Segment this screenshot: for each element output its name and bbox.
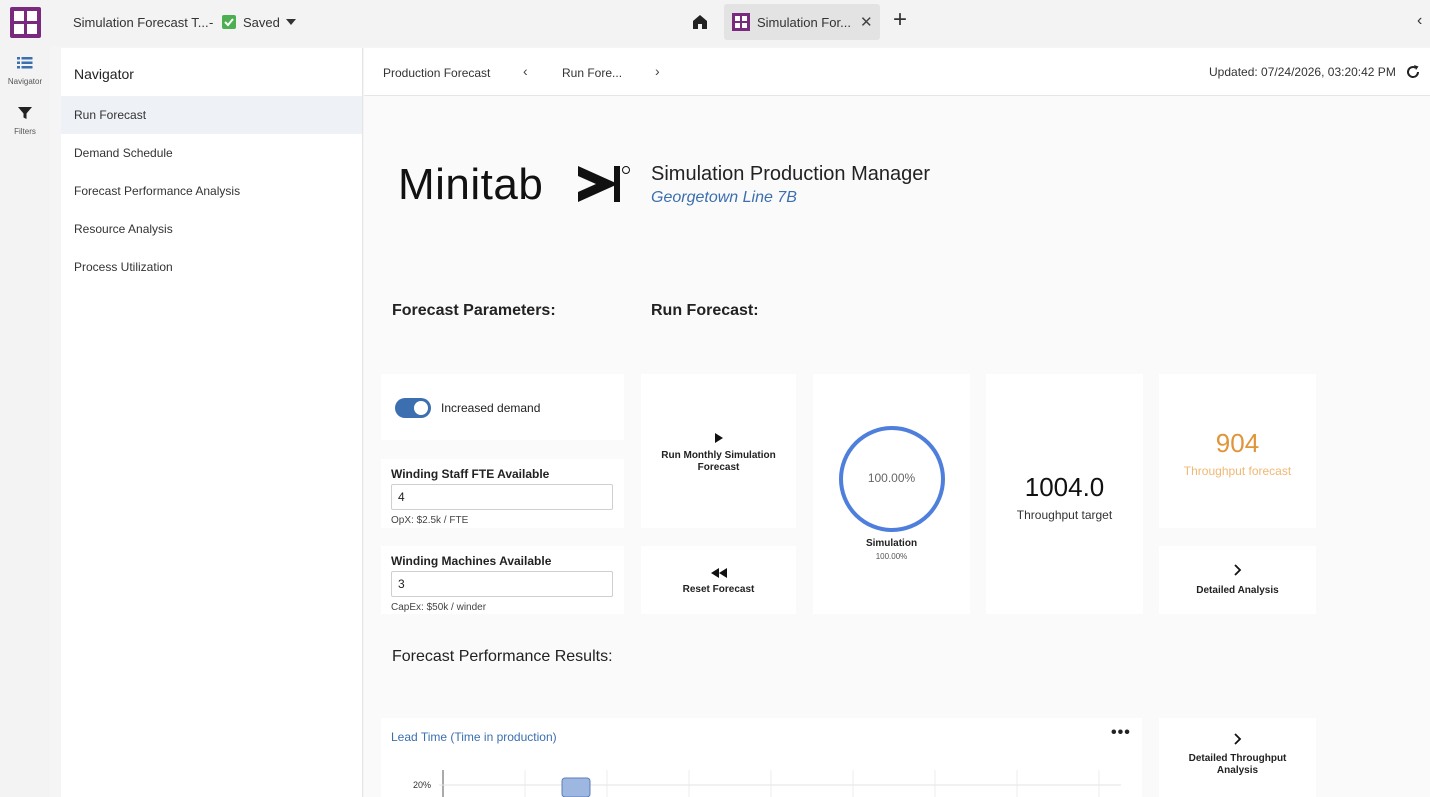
throughput-target-card: 1004.0 Throughput target	[986, 374, 1143, 614]
lead-time-chart: 20%	[413, 770, 1121, 797]
run-simulation-label: Run Monthly Simulation Forecast	[661, 450, 776, 473]
rail-item-filters[interactable]: Filters	[0, 106, 50, 136]
forecast-parameters-heading: Forecast Parameters:	[392, 302, 556, 319]
simulation-percent: 100.00%	[867, 471, 916, 485]
filter-icon	[18, 107, 32, 119]
nav-item-forecast-performance-analysis[interactable]: Forecast Performance Analysis	[61, 172, 362, 210]
navigator-title: Navigator	[74, 66, 134, 82]
increased-demand-toggle[interactable]	[395, 398, 431, 418]
nav-item-process-utilization[interactable]: Process Utilization	[61, 248, 362, 286]
page-title: Simulation Production Manager	[651, 163, 931, 185]
left-rail: Navigator Filters	[0, 46, 50, 797]
run-simulation-button[interactable]: Run Monthly Simulation Forecast	[641, 374, 796, 528]
app-logo-icon[interactable]	[10, 7, 41, 38]
nav-item-resource-analysis[interactable]: Resource Analysis	[61, 210, 362, 248]
breadcrumb-item-run-forecast[interactable]: Run Fore...	[562, 66, 622, 80]
run-forecast-heading: Run Forecast:	[651, 302, 759, 319]
y-tick-label: 20%	[413, 780, 431, 790]
refresh-icon[interactable]	[1404, 63, 1422, 81]
chevron-right-icon	[1159, 563, 1316, 581]
detailed-analysis-button[interactable]: Detailed Analysis	[1159, 546, 1316, 614]
chart-bar	[561, 777, 591, 797]
tab-label: Simulation For...	[757, 15, 851, 30]
winding-staff-label: Winding Staff FTE Available	[391, 467, 550, 481]
chevron-left-icon[interactable]: ‹	[1417, 12, 1422, 30]
breadcrumb-item-production-forecast[interactable]: Production Forecast	[383, 66, 490, 80]
chevron-down-icon[interactable]	[286, 19, 296, 25]
winding-machines-note: CapEx: $50k / winder	[391, 602, 487, 613]
throughput-target-value: 1004.0	[1024, 472, 1105, 502]
title-separator: -	[209, 15, 214, 30]
chevron-right-icon	[1159, 732, 1316, 750]
rail-label: Navigator	[7, 77, 43, 86]
document-title[interactable]: Simulation Forecast T...	[73, 15, 209, 30]
simulation-progress-card: 100.00% Simulation 100.00%	[813, 374, 970, 614]
close-icon[interactable]: ✕	[860, 13, 873, 31]
rail-item-navigator[interactable]: Navigator	[0, 56, 50, 86]
saved-status: Saved	[243, 15, 280, 30]
throughput-forecast-label: Throughput forecast	[1183, 464, 1292, 478]
main-content: Production Forecast ‹ Run Fore... › Upda…	[364, 48, 1430, 797]
rewind-icon	[641, 565, 796, 583]
breadcrumb: Production Forecast ‹ Run Fore... › Upda…	[364, 48, 1430, 96]
throughput-forecast-value: 904	[1215, 428, 1260, 458]
rail-label: Filters	[14, 127, 36, 136]
detailed-throughput-analysis-button[interactable]: Detailed Throughput Analysis	[1159, 718, 1316, 797]
updated-timestamp: Updated: 07/24/2026, 03:20:42 PM	[1209, 65, 1396, 79]
toggle-knob	[414, 401, 428, 415]
winding-staff-input[interactable]: 4	[391, 484, 613, 510]
page-subtitle: Georgetown Line 7B	[651, 189, 797, 206]
winding-staff-note: OpX: $2.5k / FTE	[391, 515, 469, 526]
home-icon[interactable]	[690, 12, 710, 32]
detailed-throughput-label: Detailed Throughput Analysis	[1188, 753, 1287, 776]
lead-time-chart-card: Lead Time (Time in production) ••• 20%	[381, 718, 1142, 797]
detailed-analysis-label: Detailed Analysis	[1196, 585, 1279, 596]
increased-demand-card: Increased demand	[381, 374, 624, 440]
chevron-left-icon[interactable]: ‹	[523, 63, 528, 79]
reset-forecast-label: Reset Forecast	[682, 584, 755, 595]
winding-machines-input[interactable]: 3	[391, 571, 613, 597]
simulation-label: Simulation	[865, 538, 918, 549]
play-icon	[641, 430, 796, 448]
minitab-logo-text: Minitab	[398, 160, 544, 209]
saved-check-icon	[222, 15, 236, 29]
top-bar: Simulation Forecast T... - Saved Simulat…	[0, 0, 1430, 46]
winding-staff-card: Winding Staff FTE Available 4 OpX: $2.5k…	[381, 459, 624, 528]
simulation-sub-percent: 100.00%	[875, 552, 908, 561]
add-tab-button[interactable]: +	[893, 8, 907, 32]
minitab-logo-icon	[578, 166, 630, 202]
tab-simulation-forecast[interactable]: Simulation For... ✕	[724, 4, 880, 40]
navigator-panel: Navigator Run Forecast Demand Schedule F…	[61, 48, 363, 797]
throughput-forecast-card: 904 Throughput forecast	[1159, 374, 1316, 528]
winding-machines-card: Winding Machines Available 3 CapEx: $50k…	[381, 546, 624, 614]
nav-item-run-forecast[interactable]: Run Forecast	[61, 96, 362, 134]
winding-machines-label: Winding Machines Available	[391, 554, 552, 568]
list-icon	[17, 57, 33, 69]
reset-forecast-button[interactable]: Reset Forecast	[641, 546, 796, 614]
toggle-label: Increased demand	[441, 401, 541, 415]
app-logo-icon	[732, 13, 750, 31]
forecast-results-heading: Forecast Performance Results:	[392, 648, 613, 665]
chevron-right-icon[interactable]: ›	[655, 63, 660, 79]
throughput-target-label: Throughput target	[1016, 508, 1113, 522]
nav-item-demand-schedule[interactable]: Demand Schedule	[61, 134, 362, 172]
